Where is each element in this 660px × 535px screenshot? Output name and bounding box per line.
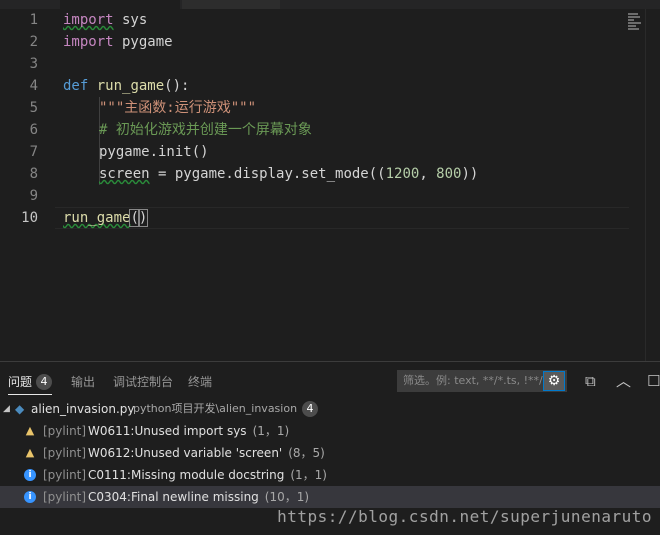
code-line-5[interactable]: """主函数:运行游戏"""	[99, 97, 256, 119]
keyword: import	[63, 12, 114, 28]
number: 1200	[385, 166, 420, 182]
problem-message-wrap: C0304:Final newline missing (10，1)	[88, 486, 309, 508]
problem-row-selected[interactable]: i [pylint] C0304:Final newline missing (1…	[0, 486, 660, 508]
code-text: ))	[461, 166, 479, 182]
code-text: ():	[164, 78, 190, 94]
docstring: """主函数:运行游戏"""	[99, 100, 257, 116]
line-number: 2	[29, 34, 38, 50]
number: 800	[436, 166, 462, 182]
keyword: import	[63, 34, 114, 50]
problems-count-badge: 4	[36, 374, 53, 390]
function-name: run_game	[88, 78, 165, 94]
panel-tabs: 问题 4 输出 调试控制台 终端 筛选。例: text, **/*.ts, !**…	[0, 362, 660, 400]
problem-message: C0304:Final newline missing	[88, 490, 259, 504]
problem-source: [pylint]	[43, 424, 87, 438]
code-text: sys	[113, 12, 148, 28]
line-number: 1	[29, 12, 38, 28]
tab-debug-console[interactable]: 调试控制台	[113, 374, 173, 390]
problem-message-wrap: W0611:Unused import sys (1，1)	[88, 420, 289, 442]
file-node[interactable]: ◢ ◆ alien_invasion.py python项目开发\alien_i…	[0, 398, 660, 420]
line-number: 5	[29, 100, 38, 116]
warning-icon: ▲	[25, 446, 35, 459]
editor-tab[interactable]	[182, 0, 280, 9]
comment: # 初始化游戏并创建一个屏幕对象	[99, 122, 312, 138]
editor-tab-strip	[0, 0, 660, 9]
problem-source: [pylint]	[43, 446, 87, 460]
problem-location: (10，1)	[264, 490, 310, 504]
python-file-icon: ◆	[15, 402, 25, 416]
problem-location: (8，5)	[288, 446, 325, 460]
problem-row[interactable]: i [pylint] C0111:Missing module docstrin…	[0, 464, 660, 486]
code-line-7[interactable]: pygame.init()	[99, 141, 209, 163]
code-line-6[interactable]: # 初始化游戏并创建一个屏幕对象	[99, 119, 312, 141]
variable-screen: screen	[99, 166, 150, 182]
file-problems-count-badge: 4	[302, 401, 318, 417]
problem-message-wrap: W0612:Unused variable 'screen' (8，5)	[88, 442, 325, 464]
watermark: https://blog.csdn.net/superjunenaruto	[277, 507, 652, 526]
file-name: alien_invasion.py	[31, 402, 135, 416]
line-number: 6	[29, 122, 38, 138]
problem-message: W0612:Unused variable 'screen'	[88, 446, 283, 460]
problem-location: (1，1)	[252, 424, 290, 438]
tab-problems-label: 问题	[8, 375, 33, 389]
line-number: 7	[29, 144, 38, 160]
collapse-all-icon[interactable]: ⧉	[585, 372, 596, 390]
overview-ruler[interactable]	[645, 9, 660, 361]
problem-source: [pylint]	[43, 490, 87, 504]
code-text: pygame.init()	[99, 144, 209, 160]
problem-source: [pylint]	[43, 468, 87, 482]
code-line-2[interactable]: import pygame	[63, 31, 173, 53]
code-text: = pygame.display.set_mode((	[149, 166, 386, 182]
info-icon: i	[24, 469, 36, 481]
problem-message: W0611:Unused import sys	[88, 424, 247, 438]
maximize-panel-icon[interactable]: ︿	[616, 372, 631, 390]
line-number-current: 10	[21, 210, 38, 226]
line-number: 4	[29, 78, 38, 94]
minimap[interactable]	[628, 13, 642, 39]
problem-message-wrap: C0111:Missing module docstring (1，1)	[88, 464, 327, 486]
active-tab-indicator	[8, 394, 52, 395]
code-text: pygame	[113, 34, 173, 50]
problem-message: C0111:Missing module docstring	[88, 468, 285, 482]
filter-settings-icon[interactable]: ⚙	[543, 371, 565, 391]
line-number: 3	[29, 56, 38, 72]
filter-input[interactable]: 筛选。例: text, **/*.ts, !**/...	[397, 370, 567, 392]
info-icon: i	[24, 491, 36, 503]
close-panel-icon[interactable]: ☐	[647, 372, 660, 390]
code-editor[interactable]: 1 2 3 4 5 6 7 8 9 10 import sys import p…	[0, 9, 660, 361]
chevron-down-icon[interactable]: ◢	[3, 398, 10, 420]
line-number: 8	[29, 166, 38, 182]
bracket-close: )	[137, 209, 149, 227]
problem-row[interactable]: ▲ [pylint] W0611:Unused import sys (1，1)	[0, 420, 660, 442]
problem-location: (1，1)	[290, 468, 327, 482]
function-call: run_game	[63, 210, 131, 226]
warning-icon: ▲	[25, 424, 35, 437]
code-line-10[interactable]: run_game()	[63, 207, 149, 229]
bracket-open: (	[129, 209, 140, 227]
tab-problems[interactable]: 问题 4	[8, 374, 53, 390]
tab-terminal[interactable]: 终端	[188, 374, 212, 390]
code-line-4[interactable]: def run_game():	[63, 75, 189, 97]
problem-row[interactable]: ▲ [pylint] W0612:Unused variable 'screen…	[0, 442, 660, 464]
keyword: def	[63, 78, 89, 94]
code-line-8[interactable]: screen = pygame.display.set_mode((1200, …	[99, 163, 478, 185]
code-line-1[interactable]: import sys	[63, 9, 147, 31]
tab-output[interactable]: 输出	[71, 374, 95, 390]
line-number: 9	[29, 188, 38, 204]
file-path: python项目开发\alien_invasion	[133, 402, 298, 415]
editor-tab-active[interactable]	[60, 0, 180, 9]
code-text: ,	[419, 166, 437, 182]
